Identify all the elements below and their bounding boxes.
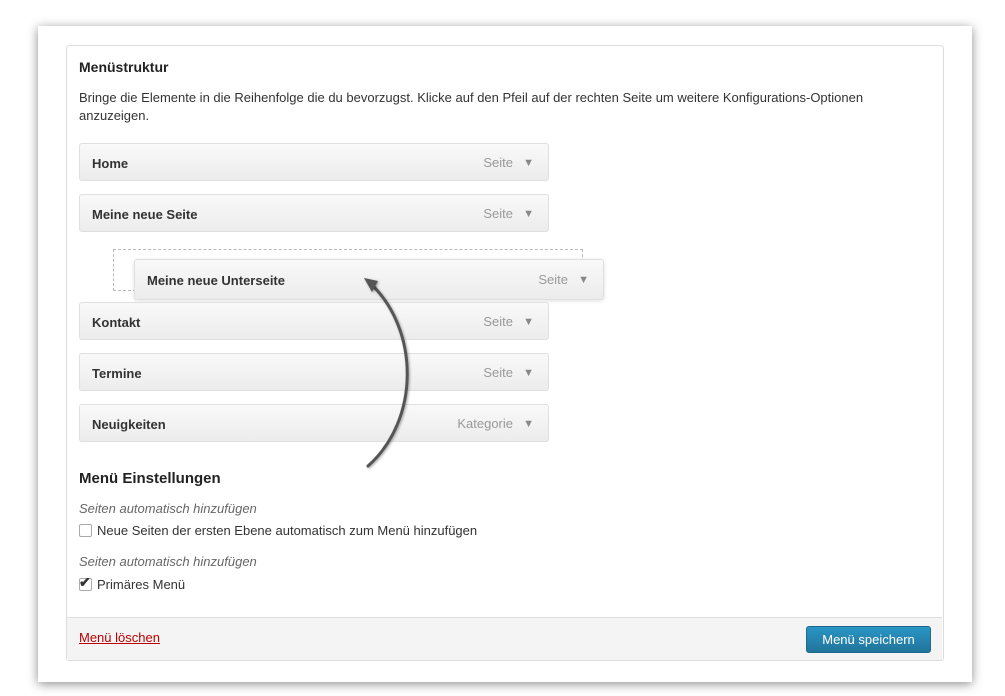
check-icon: ✔ bbox=[79, 574, 91, 590]
primary-menu-checkbox[interactable]: ✔ bbox=[79, 574, 92, 591]
delete-menu-link[interactable]: Menü löschen bbox=[79, 630, 160, 645]
auto-add-label: Seiten automatisch hinzufügen bbox=[79, 501, 257, 516]
auto-add-option[interactable]: Neue Seiten der ersten Ebene automatisch… bbox=[79, 523, 477, 538]
primary-menu-option[interactable]: ✔ Primäres Menü bbox=[79, 574, 186, 592]
save-menu-button[interactable]: Menü speichern bbox=[806, 626, 931, 653]
menu-settings-title: Menü Einstellungen bbox=[79, 470, 221, 487]
primary-menu-option-label: Primäres Menü bbox=[97, 577, 186, 592]
location-label: Seiten automatisch hinzufügen bbox=[79, 554, 257, 569]
auto-add-option-label: Neue Seiten der ersten Ebene automatisch… bbox=[97, 523, 478, 538]
auto-add-checkbox[interactable] bbox=[79, 524, 92, 537]
